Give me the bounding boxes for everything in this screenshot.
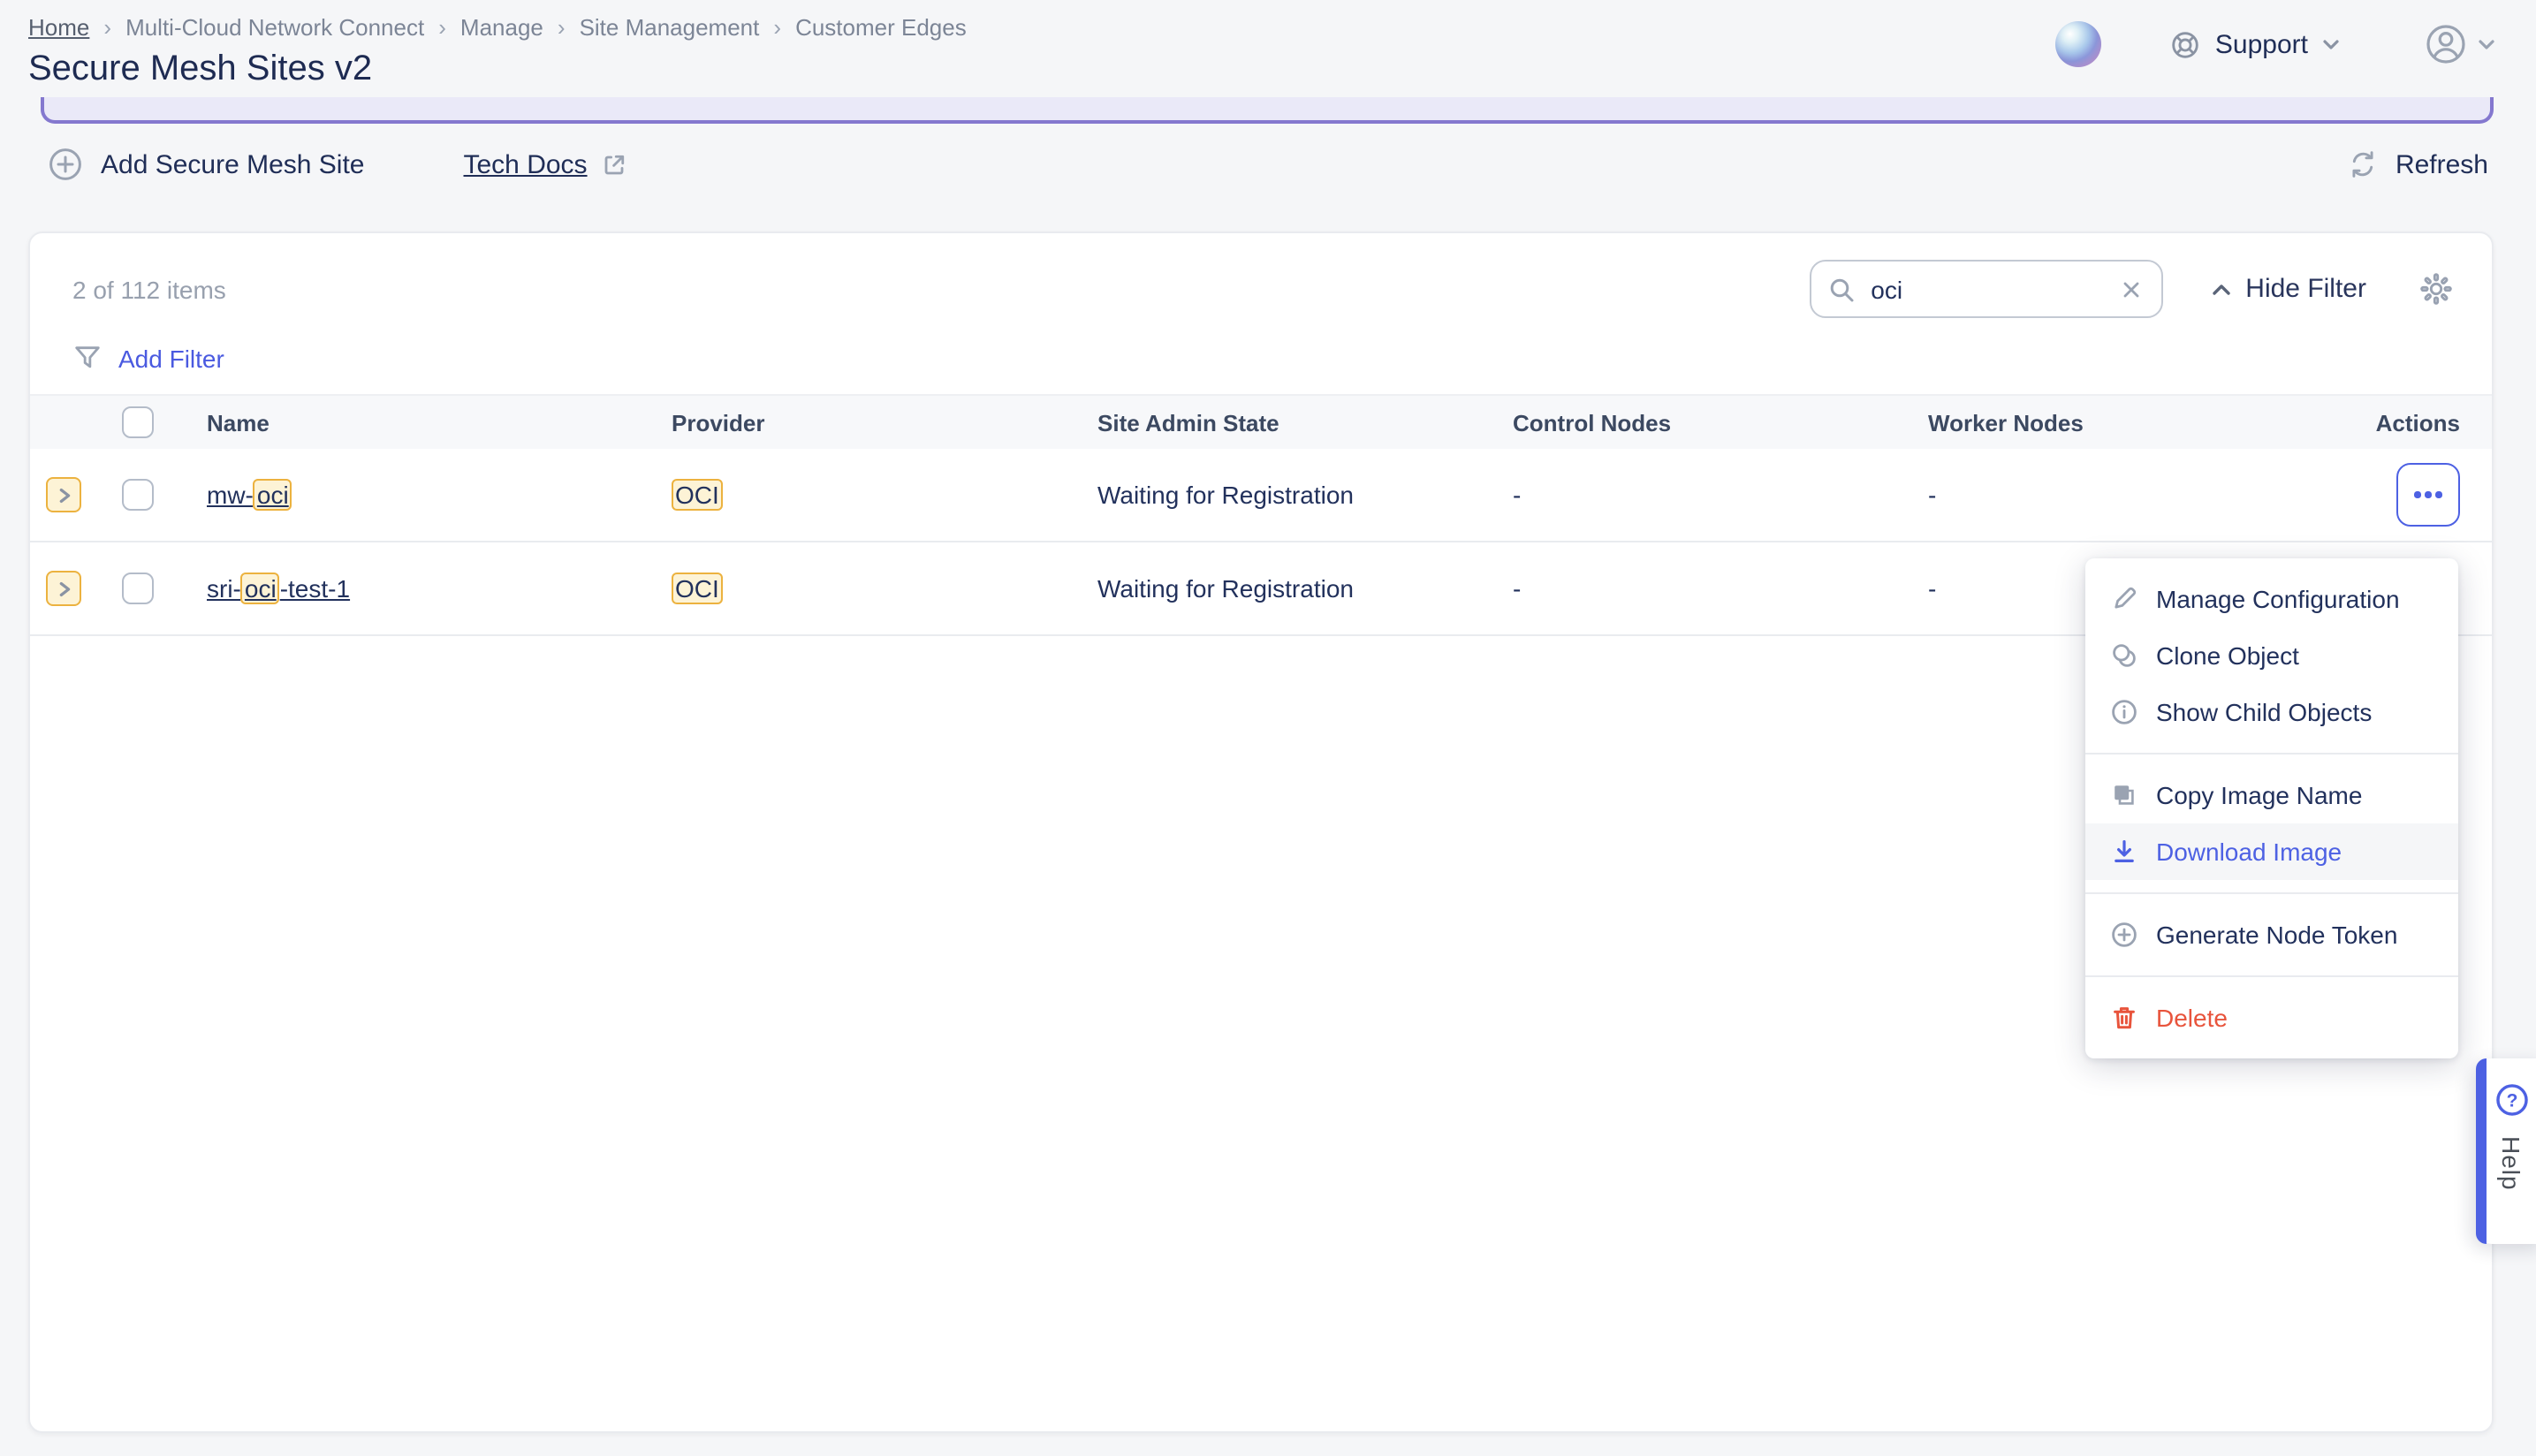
- menu-item-copy-image-name[interactable]: Copy Image Name: [2085, 767, 2458, 823]
- clone-icon: [2110, 641, 2138, 670]
- hide-filter-label: Hide Filter: [2245, 274, 2366, 304]
- chevron-up-icon: [2208, 277, 2233, 301]
- search-match-highlight: oci: [240, 573, 280, 604]
- breadcrumb-separator-icon: ›: [438, 14, 446, 41]
- account-menu[interactable]: [2423, 21, 2497, 67]
- table-settings-button[interactable]: [2419, 272, 2453, 306]
- breadcrumb-multi-cloud[interactable]: Multi-Cloud Network Connect: [125, 14, 424, 41]
- row-expander-chevron-icon[interactable]: [46, 477, 81, 512]
- menu-item-generate-node-token[interactable]: Generate Node Token: [2085, 906, 2458, 963]
- row-actions-button[interactable]: [2396, 463, 2460, 527]
- top-header: Home › Multi-Cloud Network Connect › Man…: [0, 0, 2536, 97]
- control-nodes-value: -: [1513, 574, 1522, 603]
- column-header-name[interactable]: Name: [178, 409, 643, 436]
- funnel-icon: [72, 343, 103, 373]
- toolbar: Add Secure Mesh Site Tech Docs Refresh: [0, 131, 2536, 198]
- secure-mesh-sites-page: Home › Multi-Cloud Network Connect › Man…: [0, 0, 2536, 1456]
- breadcrumb-home[interactable]: Home: [28, 14, 89, 41]
- items-count: 2 of 112 items: [72, 275, 226, 303]
- breadcrumb-separator-icon: ›: [557, 14, 566, 41]
- add-secure-mesh-site-label: Add Secure Mesh Site: [101, 149, 365, 179]
- table-row: mw-oci OCI Waiting for Registration - -: [30, 449, 2492, 542]
- row-expander-chevron-icon[interactable]: [46, 571, 81, 606]
- column-header-site-admin-state[interactable]: Site Admin State: [1069, 409, 1484, 436]
- help-tab[interactable]: ? Help: [2476, 1058, 2536, 1244]
- search-input[interactable]: [1867, 273, 2117, 305]
- user-avatar-icon: [2423, 21, 2469, 67]
- menu-item-clone-object[interactable]: Clone Object: [2085, 627, 2458, 684]
- copy-icon: [2110, 781, 2138, 809]
- add-filter-label: Add Filter: [118, 344, 224, 372]
- header-right-cluster: Support: [2055, 21, 2497, 67]
- column-header-provider[interactable]: Provider: [643, 409, 1069, 436]
- trash-icon: [2110, 1004, 2138, 1032]
- help-label: Help: [2497, 1136, 2525, 1191]
- svg-text:?: ?: [2506, 1091, 2517, 1111]
- tech-docs-link[interactable]: Tech Docs: [464, 149, 628, 179]
- breadcrumb-manage[interactable]: Manage: [460, 14, 543, 41]
- add-secure-mesh-site-button[interactable]: Add Secure Mesh Site: [48, 147, 365, 182]
- site-admin-state-value: Waiting for Registration: [1097, 481, 1354, 509]
- life-ring-icon: [2169, 27, 2203, 61]
- breadcrumb-separator-icon: ›: [773, 14, 782, 41]
- search-box: [1809, 260, 2163, 318]
- menu-item-manage-configuration[interactable]: Manage Configuration: [2085, 571, 2458, 627]
- refresh-button[interactable]: Refresh: [2348, 148, 2488, 180]
- site-name-link[interactable]: sri-oci -test-1: [207, 573, 350, 604]
- breadcrumb-customer-edges[interactable]: Customer Edges: [795, 14, 967, 41]
- row-actions-context-menu: Manage Configuration Clone Object Show C…: [2085, 558, 2458, 1058]
- assistant-orb-icon[interactable]: [2055, 21, 2102, 67]
- breadcrumb-separator-icon: ›: [103, 14, 112, 41]
- clear-search-icon[interactable]: [2116, 275, 2145, 303]
- collapsed-banner: [41, 97, 2494, 124]
- tech-docs-label: Tech Docs: [463, 149, 588, 179]
- table-controls-right: Hide Filter: [1809, 260, 2456, 318]
- select-all-checkbox[interactable]: [122, 406, 154, 438]
- column-header-control-nodes[interactable]: Control Nodes: [1484, 409, 1900, 436]
- support-label: Support: [2214, 29, 2308, 59]
- hide-filter-toggle[interactable]: Hide Filter: [2208, 274, 2366, 304]
- gear-icon: [2419, 272, 2453, 306]
- provider-value: OCI: [672, 479, 723, 511]
- chevron-down-icon: [2320, 34, 2342, 55]
- column-header-worker-nodes[interactable]: Worker Nodes: [1900, 409, 2315, 436]
- search-match-highlight: oci: [253, 479, 292, 511]
- control-nodes-value: -: [1513, 481, 1522, 509]
- external-link-icon: [602, 151, 628, 178]
- row-checkbox[interactable]: [122, 573, 154, 604]
- site-name-link[interactable]: mw-oci: [207, 479, 292, 511]
- refresh-label: Refresh: [2395, 149, 2488, 179]
- add-filter-button[interactable]: Add Filter: [30, 318, 2492, 394]
- pencil-icon: [2110, 585, 2138, 613]
- breadcrumb-site-management[interactable]: Site Management: [580, 14, 760, 41]
- plus-circle-icon: [48, 147, 83, 182]
- provider-value: OCI: [672, 573, 723, 604]
- download-icon: [2110, 838, 2138, 866]
- plus-circle-icon: [2110, 921, 2138, 949]
- worker-nodes-value: -: [1928, 481, 1937, 509]
- chevron-down-icon: [2476, 34, 2497, 55]
- refresh-icon: [2348, 148, 2380, 180]
- column-header-actions: Actions: [2375, 409, 2460, 436]
- support-menu[interactable]: Support: [2169, 27, 2342, 61]
- table-controls: 2 of 112 items oci Hide Filter: [30, 233, 2492, 318]
- site-admin-state-value: Waiting for Registration: [1097, 574, 1354, 603]
- menu-item-delete[interactable]: Delete: [2085, 990, 2458, 1046]
- table-header-row: Name Provider Site Admin State Control N…: [30, 394, 2492, 449]
- row-checkbox[interactable]: [122, 479, 154, 511]
- search-icon: [1826, 275, 1855, 303]
- info-icon: [2110, 698, 2138, 726]
- question-mark-icon: ?: [2493, 1081, 2530, 1119]
- menu-item-download-image[interactable]: Download Image: [2085, 823, 2458, 880]
- menu-item-show-child-objects[interactable]: Show Child Objects: [2085, 684, 2458, 740]
